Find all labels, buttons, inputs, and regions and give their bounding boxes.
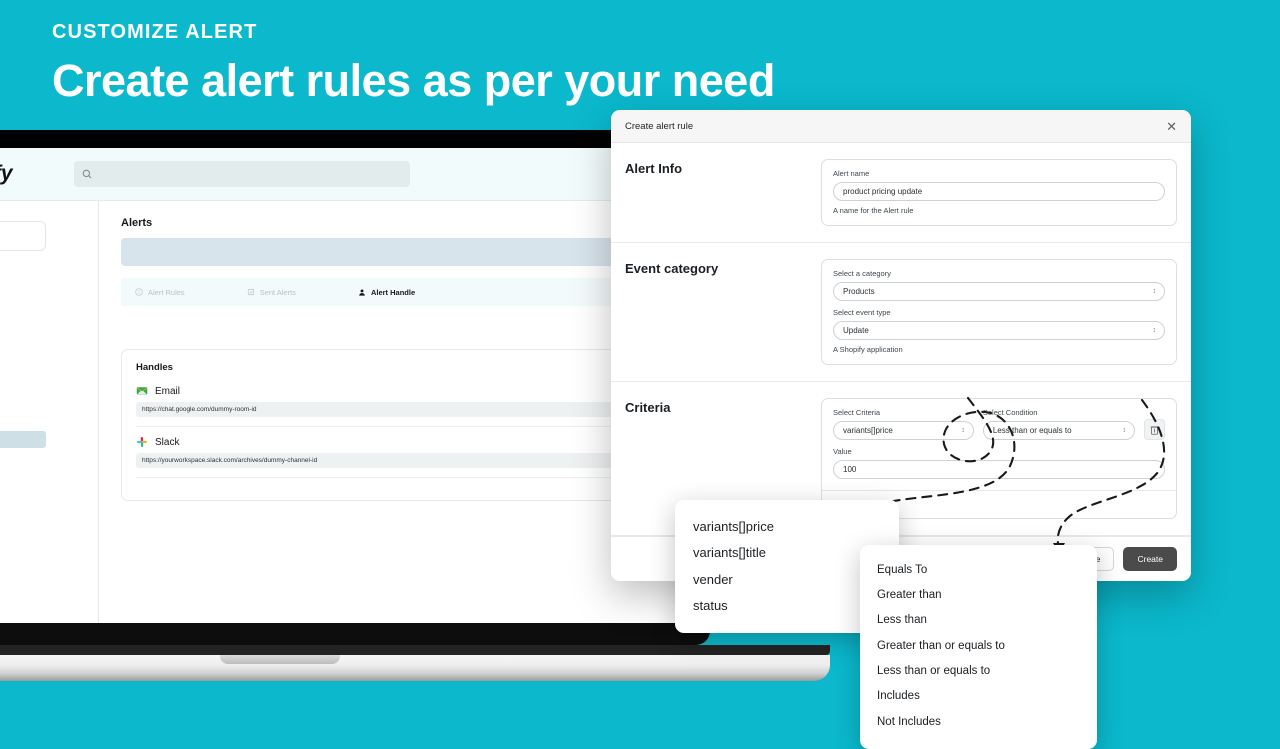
chevron-updown-icon: ↕ — [961, 427, 965, 434]
tab-label: Alert Rules — [148, 287, 185, 297]
tab-sent-alerts[interactable]: Sent Alerts — [247, 288, 296, 297]
app-logo: ify — [0, 162, 13, 185]
dropdown-option[interactable]: Less than — [860, 608, 1097, 633]
slack-icon — [137, 437, 147, 447]
dropdown-option[interactable]: Less than or equals to — [860, 659, 1097, 684]
email-icon — [136, 387, 148, 395]
alert-name-help: A name for the Alert rule — [833, 206, 914, 215]
alert-name-input[interactable]: product pricing update — [833, 182, 1165, 201]
chevron-updown-icon: ↕ — [1152, 288, 1157, 295]
criteria-field: Select Criteria variants[]price ↕ — [833, 408, 974, 440]
handle-url-value: https://chat.google.com/dummy-room-id — [136, 402, 664, 417]
app-search-input[interactable] — [74, 161, 410, 187]
handle-name: Email — [155, 385, 181, 397]
divider — [822, 490, 1176, 491]
dropdown-option[interactable]: Not Includes — [860, 709, 1097, 734]
sidebar-search-box[interactable] — [0, 221, 46, 251]
hero-block: CUSTOMIZE ALERT Create alert rules as pe… — [52, 22, 775, 103]
laptop-lid-bottom — [0, 623, 710, 645]
trash-icon — [1150, 426, 1159, 435]
chevron-updown-icon: ↕ — [1122, 427, 1127, 434]
criteria-value: variants[]price — [843, 426, 893, 435]
hero-kicker: CUSTOMIZE ALERT — [52, 21, 258, 43]
criteria-select[interactable]: variants[]price ↕ — [833, 421, 974, 440]
criteria-row: Select Criteria variants[]price ↕ Select… — [833, 408, 1165, 440]
dropdown-option[interactable]: Includes — [860, 684, 1097, 709]
chevron-updown-icon: ↕ — [1152, 327, 1157, 334]
sidebar-active-item[interactable] — [0, 431, 46, 448]
modal-title: Create alert rule — [625, 120, 694, 132]
person-icon — [359, 288, 365, 296]
dropdown-option[interactable]: variants[]price — [675, 514, 899, 540]
laptop-body — [0, 655, 830, 681]
condition-field: Select Condition Less than or equals to … — [982, 408, 1135, 440]
search-icon — [82, 169, 92, 179]
category-label: Select a category — [833, 269, 891, 278]
category-select[interactable]: Products ↕ — [833, 282, 1165, 301]
criteria-label: Select Criteria — [833, 408, 881, 417]
value-input[interactable]: 100 — [833, 460, 1165, 479]
tab-alert-handle[interactable]: Alert Handle — [358, 288, 415, 297]
dropdown-option[interactable]: Greater than or equals to — [860, 633, 1097, 658]
delete-criteria-button[interactable] — [1144, 419, 1165, 440]
laptop-notch — [220, 655, 340, 664]
modal-header: Create alert rule ✕ — [611, 110, 1191, 143]
section-event-category: Event category Select a category Product… — [611, 243, 1191, 382]
category-value: Products — [843, 287, 875, 296]
sidebar-item-office[interactable]: ffice — [0, 414, 98, 421]
create-button[interactable]: Create — [1123, 547, 1177, 571]
alert-info-card: Alert name product pricing update A name… — [821, 159, 1177, 226]
condition-value: Less than or equals to — [992, 426, 1072, 435]
dropdown-option[interactable]: Equals To — [860, 557, 1097, 582]
handle-name: Slack — [155, 436, 180, 448]
tab-alert-rules[interactable]: Alert Rules — [135, 288, 185, 297]
section-label: Event category — [625, 261, 719, 276]
condition-select[interactable]: Less than or equals to ↕ — [982, 421, 1135, 440]
alert-circle-icon — [135, 288, 143, 296]
event-category-help: A Shopify application — [833, 345, 903, 354]
laptop-hinge — [0, 645, 830, 655]
close-icon[interactable]: ✕ — [1166, 120, 1177, 133]
tab-label: Sent Alerts — [259, 287, 296, 297]
handle-url-value: https://yourworkspace.slack.com/archives… — [136, 453, 664, 468]
app-sidebar: ffice g API unt info — [0, 201, 99, 623]
value-label: Value — [833, 447, 852, 456]
event-category-card: Select a category Products ↕ Select even… — [821, 259, 1177, 365]
sidebar-item-account-info[interactable]: unt info — [0, 491, 98, 498]
sidebar-nav-list — [0, 269, 98, 388]
section-label: Alert Info — [625, 161, 683, 176]
alert-name-label: Alert name — [833, 169, 870, 178]
sidebar-item-logging[interactable]: g — [0, 457, 98, 464]
dropdown-option[interactable]: Greater than — [860, 582, 1097, 607]
condition-dropdown[interactable]: Equals To Greater than Less than Greater… — [860, 545, 1097, 749]
tab-label: Alert Handle — [370, 287, 416, 297]
event-type-select[interactable]: Update ↕ — [833, 321, 1165, 340]
sidebar-item-api[interactable]: API — [0, 474, 98, 481]
condition-label: Select Condition — [982, 408, 1038, 417]
event-type-label: Select event type — [833, 308, 891, 317]
event-type-value: Update — [843, 326, 869, 335]
section-alert-info: Alert Info Alert name product pricing up… — [611, 143, 1191, 243]
hero-title: Create alert rules as per your need — [52, 55, 775, 106]
send-note-icon — [247, 288, 254, 296]
